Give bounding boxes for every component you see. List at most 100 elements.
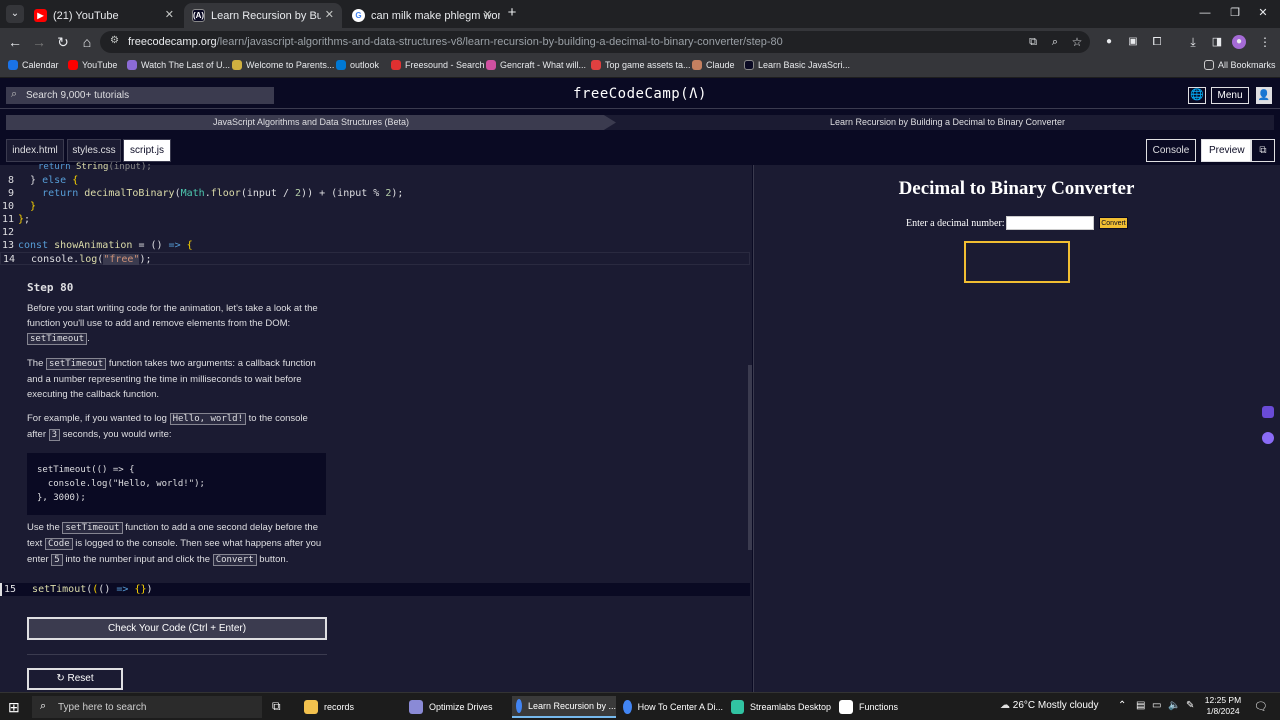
search-placeholder: Type here to search bbox=[58, 701, 147, 713]
taskbar-item-chrome-center[interactable]: How To Center A Di... bbox=[619, 696, 723, 718]
restore-icon[interactable]: ❐ bbox=[1226, 4, 1244, 22]
network-icon[interactable]: ▤ bbox=[1136, 700, 1145, 711]
browser-tab-youtube[interactable]: ▶ (21) YouTube ✕ bbox=[26, 3, 182, 28]
bookmark-game-assets[interactable]: Top game assets ta... bbox=[591, 60, 691, 70]
zoom-icon[interactable]: ⌕ bbox=[1046, 33, 1064, 51]
taskbar-item-optimize-drives[interactable]: Optimize Drives bbox=[405, 696, 509, 718]
code-line: 8 } else { bbox=[0, 174, 78, 187]
bookmark-outlook[interactable]: outlook bbox=[336, 60, 379, 70]
site-icon bbox=[486, 60, 496, 70]
line-number: 11 bbox=[1, 214, 14, 225]
back-icon[interactable]: ← bbox=[6, 33, 24, 51]
console-button[interactable]: Console bbox=[1146, 139, 1196, 162]
result-box bbox=[964, 241, 1070, 283]
taskbar-item-streamlabs[interactable]: Streamlabs Desktop bbox=[727, 696, 831, 718]
new-tab-icon[interactable]: + bbox=[503, 4, 521, 22]
check-code-button[interactable]: Check Your Code (Ctrl + Enter) bbox=[27, 617, 327, 640]
url-host: freecodecamp.org bbox=[128, 36, 217, 48]
browser-tab-freecodecamp[interactable]: (A) Learn Recursion by Building a D ✕ bbox=[184, 3, 342, 28]
windows-start-icon[interactable]: ⊞ bbox=[8, 699, 20, 716]
code-line-editable[interactable]: 15 setTimout((() => {}) bbox=[0, 583, 750, 596]
menu-button[interactable]: Menu bbox=[1211, 87, 1249, 104]
time: 12:25 PM bbox=[1204, 695, 1242, 705]
file-tab-index-html[interactable]: index.html bbox=[6, 139, 64, 162]
taskbar-search-input[interactable]: ⌕ Type here to search bbox=[32, 696, 262, 718]
bookmark-watch[interactable]: Watch The Last of U... bbox=[127, 60, 230, 70]
bookmark-freesound[interactable]: Freesound - Search bbox=[391, 60, 485, 70]
site-info-icon[interactable]: ⚙ bbox=[110, 35, 119, 46]
weather-widget[interactable]: ☁ 26°C Mostly cloudy bbox=[1000, 700, 1098, 711]
code-line: 11}; bbox=[1, 214, 31, 225]
close-icon[interactable]: ✕ bbox=[325, 8, 334, 21]
taskbar-item-records[interactable]: records bbox=[300, 696, 400, 718]
browser-tab-google[interactable]: G can milk make phlegm worse - ✕ bbox=[344, 3, 500, 28]
user-avatar-icon[interactable]: 👤 bbox=[1256, 87, 1272, 104]
close-icon[interactable]: ✕ bbox=[165, 8, 174, 21]
profile-avatar-icon[interactable]: ● bbox=[1232, 35, 1246, 49]
preview-input-label: Enter a decimal number: bbox=[906, 218, 1005, 229]
extensions-puzzle-icon[interactable]: ⧠ bbox=[1148, 33, 1166, 51]
download-icon[interactable]: ⤓ bbox=[1184, 33, 1202, 51]
notification-icon[interactable]: 🗨 bbox=[1254, 700, 1268, 713]
bookmark-label: Top game assets ta... bbox=[605, 60, 691, 70]
decimal-number-input[interactable] bbox=[1006, 216, 1094, 230]
system-clock[interactable]: 12:25 PM 1/8/2024 bbox=[1200, 695, 1246, 717]
bookmark-claude[interactable]: Claude bbox=[692, 60, 735, 70]
url-field[interactable]: ⚙ freecodecamp.org/learn/javascript-algo… bbox=[100, 31, 1090, 53]
extension-icon[interactable]: ▣ bbox=[1124, 33, 1142, 51]
file-tab-styles-css[interactable]: styles.css bbox=[67, 139, 121, 162]
code-line: 10 } bbox=[1, 201, 37, 212]
extension-floating-icon[interactable] bbox=[1262, 432, 1274, 444]
close-icon[interactable]: ✕ bbox=[483, 8, 492, 21]
more-menu-icon[interactable]: ⋮ bbox=[1256, 33, 1274, 51]
home-icon[interactable]: ⌂ bbox=[78, 33, 96, 51]
volume-icon[interactable]: 🔈 bbox=[1168, 700, 1180, 711]
bookmark-youtube[interactable]: YouTube bbox=[68, 60, 117, 70]
text: button. bbox=[259, 554, 289, 565]
fcc-logo[interactable]: freeCodeCamp(Ʌ) bbox=[0, 86, 1280, 102]
site-icon bbox=[591, 60, 601, 70]
breadcrumb-project[interactable]: Learn Recursion by Building a Decimal to… bbox=[621, 115, 1274, 130]
language-globe-icon[interactable]: 🌐 bbox=[1188, 87, 1206, 104]
bookmark-calendar[interactable]: Calendar bbox=[8, 60, 59, 70]
address-bar-row: ← → ↻ ⌂ ⚙ freecodecamp.org/learn/javascr… bbox=[0, 28, 1280, 56]
preview-button[interactable]: Preview bbox=[1201, 139, 1251, 162]
file-tab-script-js[interactable]: script.js bbox=[123, 139, 171, 162]
bookmarks-bar: Calendar YouTube Watch The Last of U... … bbox=[0, 56, 1280, 78]
search-icon: ⌕ bbox=[40, 700, 47, 712]
step-title: Step 80 bbox=[27, 281, 74, 294]
extension-icon[interactable]: ● bbox=[1100, 33, 1118, 51]
forward-icon[interactable]: → bbox=[30, 33, 48, 51]
bookmark-parents[interactable]: Welcome to Parents... bbox=[232, 60, 334, 70]
tab-search-icon[interactable]: ⌄ bbox=[6, 5, 24, 23]
editor-scrollbar[interactable] bbox=[748, 365, 752, 550]
folder-icon bbox=[304, 700, 318, 714]
reload-icon[interactable]: ↻ bbox=[54, 33, 72, 51]
task-label: Streamlabs Desktop bbox=[749, 702, 831, 712]
breadcrumb-course[interactable]: JavaScript Algorithms and Data Structure… bbox=[6, 115, 616, 130]
tray-chevron-icon[interactable]: ⌃ bbox=[1118, 700, 1126, 711]
divider bbox=[27, 654, 327, 655]
all-bookmarks[interactable]: All Bookmarks bbox=[1204, 60, 1276, 70]
streamlabs-icon bbox=[731, 700, 744, 714]
taskbar-item-chrome-learn[interactable]: Learn Recursion by ... bbox=[512, 696, 616, 718]
minimize-icon[interactable]: — bbox=[1196, 4, 1214, 22]
inline-code: Code bbox=[44, 538, 73, 550]
task-view-icon[interactable]: ⧉ bbox=[272, 699, 281, 714]
text: Before you start writing code for the an… bbox=[27, 303, 318, 329]
convert-button[interactable]: Convert bbox=[1099, 217, 1128, 229]
bookmark-learn-js[interactable]: Learn Basic JavaScri... bbox=[744, 60, 850, 70]
bookmark-gencraft[interactable]: Gencraft - What will... bbox=[486, 60, 586, 70]
claude-icon bbox=[692, 60, 702, 70]
battery-icon[interactable]: ▭ bbox=[1152, 700, 1161, 711]
side-panel-icon[interactable]: ◨ bbox=[1208, 33, 1226, 51]
cast-icon[interactable]: ⧉ bbox=[1024, 33, 1042, 51]
taskbar-item-functions[interactable]: Functions bbox=[835, 696, 939, 718]
breadcrumb: JavaScript Algorithms and Data Structure… bbox=[6, 115, 1274, 130]
reset-button[interactable]: ↻ Reset bbox=[27, 668, 123, 690]
extension-floating-icon[interactable] bbox=[1262, 406, 1274, 418]
bookmark-star-icon[interactable]: ☆ bbox=[1068, 33, 1086, 51]
popout-preview-icon[interactable]: ⧉ bbox=[1251, 139, 1275, 162]
window-close-icon[interactable]: ✕ bbox=[1254, 4, 1272, 22]
pen-icon[interactable]: ✎ bbox=[1186, 700, 1194, 711]
